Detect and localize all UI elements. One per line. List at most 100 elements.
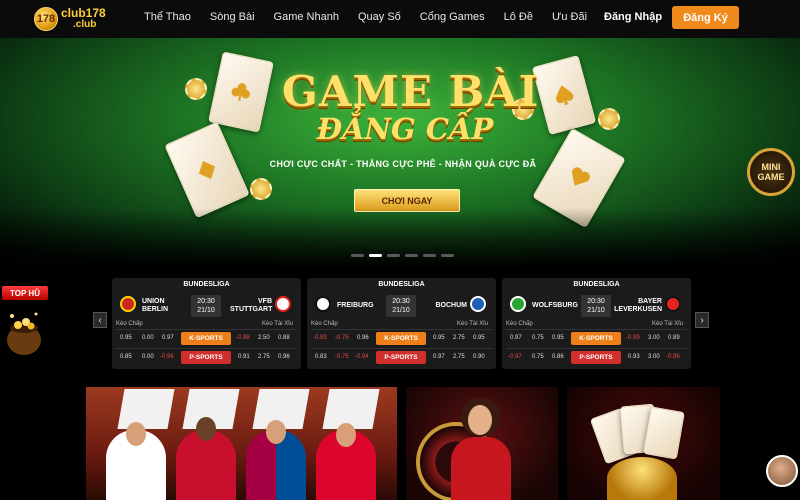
away-team: BOCHUM bbox=[425, 302, 468, 310]
site-logo[interactable]: 178 club178 .club bbox=[34, 5, 112, 33]
player-head bbox=[266, 420, 286, 444]
odds-value[interactable]: 0.95 bbox=[120, 335, 132, 341]
odds-value[interactable]: 0.89 bbox=[668, 335, 680, 341]
away-team-line1: BOCHUM bbox=[435, 302, 468, 309]
spade-suit-icon bbox=[556, 85, 574, 106]
carousel-dot[interactable] bbox=[351, 254, 364, 257]
logo-name: club178 bbox=[61, 6, 106, 20]
hero-subtitle: CHƠI CỰC CHẤT - THẮNG CỰC PHÊ - NHẬN QUÀ… bbox=[269, 159, 537, 169]
next-arrow-icon[interactable]: › bbox=[695, 312, 709, 328]
k-sports-button[interactable]: K-SPORTS bbox=[181, 332, 231, 345]
menu-item-game-nhanh[interactable]: Game Nhanh bbox=[274, 11, 339, 23]
divider bbox=[311, 329, 492, 330]
playing-card bbox=[643, 406, 685, 460]
odds-value[interactable]: 0.75 bbox=[532, 354, 544, 360]
odds-value[interactable]: -0.75 bbox=[335, 354, 349, 360]
team-logo-icon bbox=[470, 296, 486, 312]
odds-value[interactable]: 0.97 bbox=[162, 335, 174, 341]
odds-value[interactable]: 0.83 bbox=[315, 354, 327, 360]
menu-item-the-thao[interactable]: Thể Thao bbox=[144, 11, 191, 23]
odds-value[interactable]: 0.95 bbox=[433, 335, 445, 341]
odds-value[interactable]: 0.97 bbox=[433, 354, 445, 360]
odds-value[interactable]: -0.98 bbox=[236, 335, 250, 341]
team-logo-icon bbox=[275, 296, 291, 312]
p-sports-button[interactable]: P-SPORTS bbox=[376, 351, 426, 364]
logo-badge: 178 bbox=[34, 7, 58, 31]
odds-value[interactable]: 2.75 bbox=[258, 354, 270, 360]
odds-value[interactable]: 3.00 bbox=[648, 354, 660, 360]
odds-value[interactable]: -0.93 bbox=[313, 335, 327, 341]
player-head bbox=[196, 417, 216, 441]
odds-value[interactable]: 0.91 bbox=[238, 354, 250, 360]
live-casino-panel[interactable] bbox=[406, 387, 558, 500]
odds-value[interactable]: -0.99 bbox=[626, 335, 640, 341]
player-head bbox=[336, 423, 356, 447]
odds-value[interactable]: 0.00 bbox=[142, 354, 154, 360]
carousel-dot[interactable] bbox=[423, 254, 436, 257]
odds-value[interactable]: 0.93 bbox=[628, 354, 640, 360]
odds-value[interactable]: 0.96 bbox=[278, 354, 290, 360]
match-card[interactable]: BUNDESLIGA UNION BERLIN 20:30 21/10 VFB STU… bbox=[112, 278, 301, 369]
playing-card-spade bbox=[531, 54, 597, 136]
odds-value[interactable]: -0.97 bbox=[508, 354, 522, 360]
chip-icon bbox=[185, 78, 207, 100]
odds-value[interactable]: 0.75 bbox=[532, 335, 544, 341]
time-text: 20:30 bbox=[197, 298, 215, 305]
home-team: UNION BERLIN bbox=[142, 298, 168, 314]
hero-banner[interactable]: GAME BÀI ĐẲNG CẤP CHƠI CỰC CHẤT - THẮNG … bbox=[0, 38, 800, 268]
divider bbox=[311, 348, 492, 349]
odds-value[interactable]: 0.95 bbox=[473, 335, 485, 341]
odds-value[interactable]: 0.95 bbox=[552, 335, 564, 341]
carousel-dot[interactable] bbox=[441, 254, 454, 257]
match-time: 20:30 21/10 bbox=[191, 295, 221, 317]
odds-value[interactable]: 0.88 bbox=[278, 335, 290, 341]
odds-value[interactable]: 2.50 bbox=[258, 335, 270, 341]
match-card[interactable]: BUNDESLIGA WOLFSBURG 20:30 21/10 BAYER LEV… bbox=[502, 278, 691, 369]
diamond-suit-icon bbox=[198, 160, 216, 180]
menu-item-quay-so[interactable]: Quay Số bbox=[358, 11, 401, 23]
playing-card-diamond bbox=[164, 121, 250, 219]
away-team: BAYER LEVERKUSEN bbox=[610, 298, 662, 314]
odds-value[interactable]: 2.75 bbox=[453, 335, 465, 341]
odds-value[interactable]: 0.96 bbox=[357, 335, 369, 341]
menu-item-song-bai[interactable]: Sòng Bài bbox=[210, 11, 255, 23]
odds-value[interactable]: 2.75 bbox=[453, 354, 465, 360]
support-avatar[interactable] bbox=[766, 455, 798, 487]
menu-item-uu-dai[interactable]: Ưu Đãi bbox=[552, 11, 587, 23]
menu-item-cong-games[interactable]: Cổng Games bbox=[420, 11, 485, 23]
jackpot-pot-icon[interactable] bbox=[4, 308, 44, 356]
away-team: VFB STUTTGART bbox=[230, 298, 272, 314]
handicap-label: Kèo Chấp bbox=[116, 321, 143, 327]
odds-value[interactable]: -0.94 bbox=[355, 354, 369, 360]
odds-value[interactable]: 0.86 bbox=[552, 354, 564, 360]
hero-title: GAME BÀI bbox=[282, 67, 540, 116]
top-hu-badge[interactable]: TOP HŨ bbox=[2, 286, 48, 300]
prev-arrow-icon[interactable]: ‹ bbox=[93, 312, 107, 328]
match-card[interactable]: BUNDESLIGA FREIBURG 20:30 21/10 BOCHUM Kè… bbox=[307, 278, 496, 369]
hero-fade bbox=[0, 208, 800, 268]
odds-value[interactable]: 0.97 bbox=[510, 335, 522, 341]
odds-value[interactable]: -0.96 bbox=[160, 354, 174, 360]
odds-value[interactable]: 0.90 bbox=[473, 354, 485, 360]
team-logo-icon bbox=[665, 296, 681, 312]
register-button[interactable]: Đăng Ký bbox=[672, 6, 739, 29]
odds-value[interactable]: 0.85 bbox=[120, 354, 132, 360]
overunder-label: Kèo Tài Xỉu bbox=[652, 321, 683, 327]
card-games-panel[interactable] bbox=[567, 387, 720, 500]
odds-value[interactable]: -0.75 bbox=[335, 335, 349, 341]
carousel-dot[interactable] bbox=[405, 254, 418, 257]
carousel-dot[interactable] bbox=[387, 254, 400, 257]
mini-game-button[interactable]: MINI GAME bbox=[747, 148, 795, 196]
k-sports-button[interactable]: K-SPORTS bbox=[571, 332, 621, 345]
menu-item-lo-de[interactable]: Lô Đề bbox=[504, 11, 533, 23]
league-flag-bundesliga bbox=[322, 389, 380, 429]
k-sports-button[interactable]: K-SPORTS bbox=[376, 332, 426, 345]
p-sports-button[interactable]: P-SPORTS bbox=[571, 351, 621, 364]
odds-value[interactable]: -0.96 bbox=[666, 354, 680, 360]
p-sports-button[interactable]: P-SPORTS bbox=[181, 351, 231, 364]
sports-promo-panel[interactable] bbox=[86, 387, 397, 500]
carousel-dot-active[interactable] bbox=[369, 254, 382, 257]
login-link[interactable]: Đăng Nhập bbox=[604, 11, 662, 23]
odds-value[interactable]: 3.00 bbox=[648, 335, 660, 341]
odds-value[interactable]: 0.00 bbox=[142, 335, 154, 341]
